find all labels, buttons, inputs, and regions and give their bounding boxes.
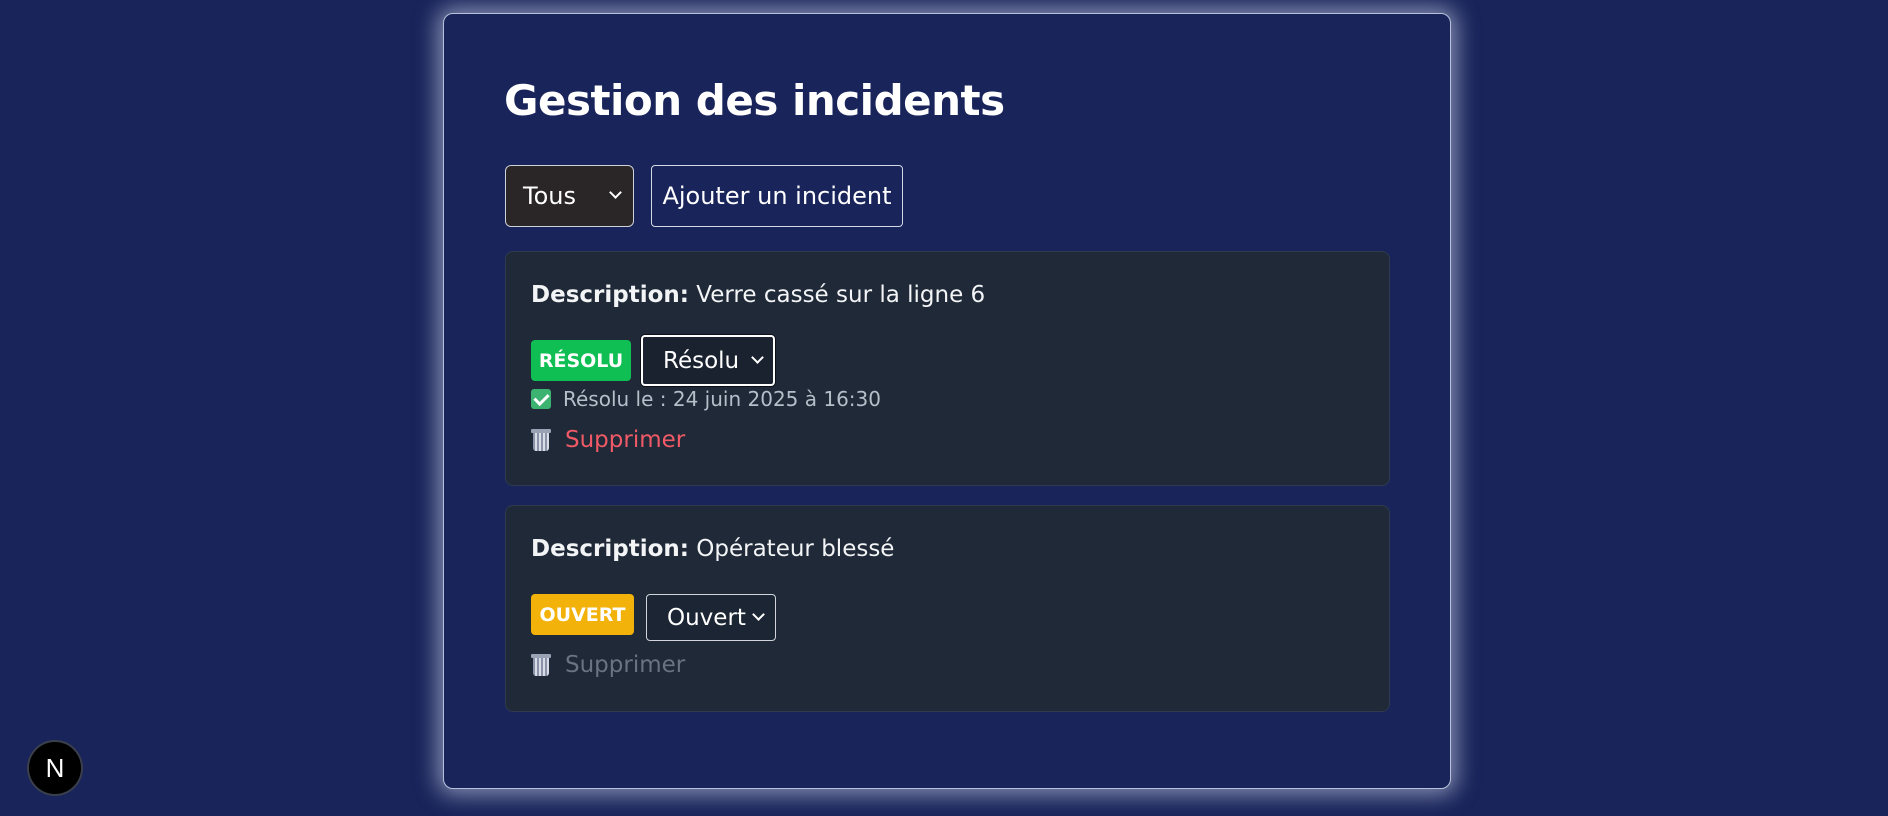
resolved-date: Résolu le : 24 juin 2025 à 16:30 [531,387,881,411]
incident-description: Description: Verre cassé sur la ligne 6 [531,282,985,308]
trash-icon [531,653,551,677]
chevron-down-icon [609,186,622,199]
check-box-icon [531,389,551,409]
incident-card: Description: Verre cassé sur la ligne 6 … [505,251,1390,486]
description-label: Description: [531,536,689,562]
incidents-panel: Gestion des incidents Tous Ajouter un in… [443,13,1451,789]
page-title: Gestion des incidents [504,76,1005,125]
status-badge: OUVERT [531,594,634,635]
chevron-down-icon [752,608,765,621]
trash-icon [531,428,551,452]
status-select[interactable]: Ouvert [646,594,776,641]
status-select-value: Résolu [663,347,740,374]
status-filter-value: Tous [523,182,576,210]
chevron-down-icon [751,351,764,364]
add-incident-button[interactable]: Ajouter un incident [651,165,903,227]
delete-label: Supprimer [565,652,686,678]
description-label: Description: [531,282,689,308]
resolved-date-text: Résolu le : 24 juin 2025 à 16:30 [563,387,881,411]
status-filter-select[interactable]: Tous [505,165,634,227]
incident-description: Description: Opérateur blessé [531,536,894,562]
delete-button-disabled[interactable]: Supprimer [531,652,685,678]
delete-button[interactable]: Supprimer [531,427,685,453]
incident-card: Description: Opérateur blessé OUVERT Ouv… [505,505,1390,712]
description-text: Verre cassé sur la ligne 6 [696,282,986,308]
status-badge: RÉSOLU [531,340,631,381]
nextjs-dev-indicator-icon[interactable]: N [27,740,83,796]
delete-label: Supprimer [565,427,686,453]
status-select-value: Ouvert [667,604,746,631]
description-text: Opérateur blessé [696,536,895,562]
status-select[interactable]: Résolu [641,335,775,386]
